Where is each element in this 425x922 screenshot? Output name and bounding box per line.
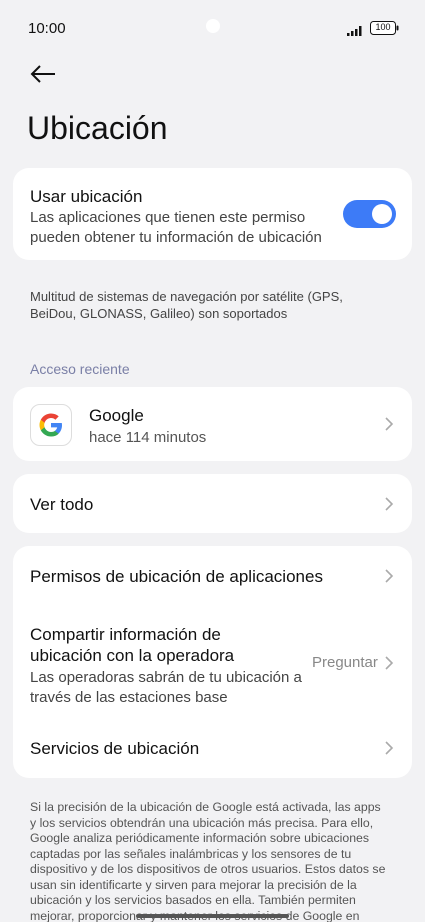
carrier-location-item[interactable]: Compartir información de ubicación con l… — [13, 612, 412, 716]
app-permissions-item[interactable]: Permisos de ubicación de aplicaciones — [13, 546, 412, 606]
gnss-info: Multitud de sistemas de navegación por s… — [30, 289, 343, 321]
recent-app-google[interactable]: Google hace 114 minutos — [13, 387, 412, 461]
recent-app-name: Google — [89, 406, 144, 425]
recent-app-time: hace 114 minutos — [89, 429, 207, 446]
chevron-right-icon — [385, 656, 394, 670]
see-all-button[interactable]: Ver todo — [13, 474, 412, 533]
back-button[interactable] — [28, 60, 58, 88]
battery-level: 100 — [375, 22, 391, 32]
chevron-right-icon — [385, 741, 394, 755]
use-location-card[interactable]: Usar ubicación Las aplicaciones que tien… — [13, 168, 412, 260]
arrow-left-icon — [30, 65, 55, 83]
google-accuracy-footer: Si la precisión de la ubicación de Googl… — [30, 800, 386, 922]
carrier-location-value: Preguntar — [312, 654, 378, 671]
chevron-right-icon — [385, 497, 394, 511]
location-settings-card: Permisos de ubicación de aplicaciones Co… — [13, 546, 412, 778]
chevron-right-icon — [385, 417, 394, 431]
status-bar: 10:00 100 — [0, 0, 425, 56]
home-indicator[interactable] — [136, 914, 289, 918]
status-time: 10:00 — [28, 20, 66, 37]
location-services-label: Servicios de ubicación — [30, 739, 200, 758]
camera-cutout — [206, 19, 220, 33]
use-location-description: Las aplicaciones que tienen este permiso… — [30, 209, 322, 246]
carrier-location-title: Compartir información de ubicación con l… — [30, 625, 235, 665]
use-location-title: Usar ubicación — [30, 187, 143, 206]
recent-access-label: Acceso reciente — [30, 361, 130, 377]
see-all-label: Ver todo — [30, 495, 94, 514]
toggle-knob — [372, 204, 392, 224]
battery-icon: 100 — [370, 21, 400, 40]
chevron-right-icon — [385, 569, 394, 583]
page-title: Ubicación — [27, 110, 168, 146]
location-services-item[interactable]: Servicios de ubicación — [13, 718, 412, 778]
carrier-location-description: Las operadoras sabrán de tu ubicación a … — [30, 669, 302, 706]
signal-icon — [347, 23, 365, 41]
google-icon — [30, 404, 72, 446]
app-permissions-label: Permisos de ubicación de aplicaciones — [30, 567, 323, 586]
use-location-toggle[interactable] — [343, 200, 396, 228]
